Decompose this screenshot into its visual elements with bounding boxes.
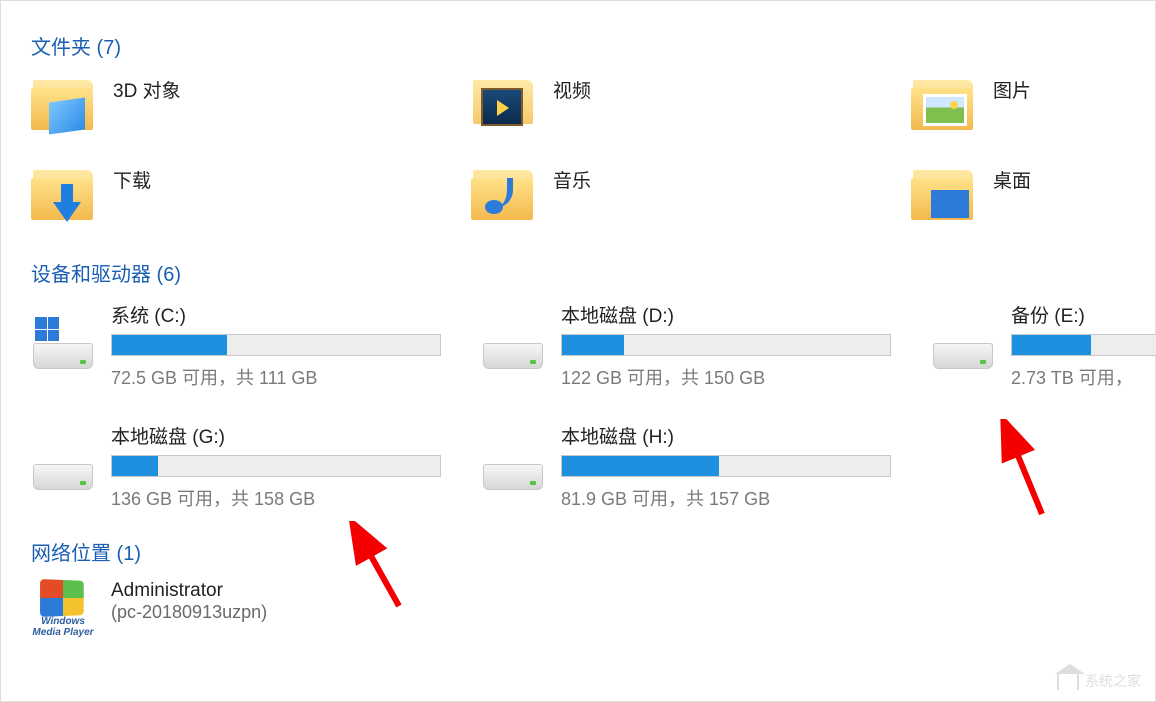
drive-progress-fill — [1012, 335, 1091, 355]
network-sub: (pc-20180913uzpn) — [111, 602, 267, 623]
drive-d[interactable]: 本地磁盘 (D:) 122 GB 可用，共 150 GB — [481, 301, 931, 390]
drive-icon — [31, 438, 95, 490]
drive-name: 系统 (C:) — [111, 301, 481, 328]
drive-name: 本地磁盘 (H:) — [561, 422, 931, 449]
drive-progress — [111, 334, 441, 356]
drive-progress — [561, 455, 891, 477]
drive-space-text: 81.9 GB 可用，共 157 GB — [561, 485, 931, 511]
drive-icon — [481, 438, 545, 490]
watermark: 系统之家 — [1057, 671, 1141, 691]
folder-label: 下载 — [113, 166, 151, 193]
wmp-icon: Windows Media Player — [31, 580, 95, 638]
drive-progress-fill — [112, 335, 227, 355]
folder-videos-icon — [471, 74, 535, 138]
drive-progress — [111, 455, 441, 477]
drive-c[interactable]: 系统 (C:) 72.5 GB 可用，共 111 GB — [31, 301, 481, 390]
network-location[interactable]: Windows Media Player Administrator (pc-2… — [31, 580, 1155, 638]
drive-system-icon — [31, 317, 95, 369]
drive-progress — [1011, 334, 1156, 356]
folders-grid: 3D 对象 视频 图片 下载 音乐 — [31, 74, 1155, 228]
drive-progress-fill — [562, 335, 624, 355]
folder-pictures[interactable]: 图片 — [911, 74, 1156, 138]
drive-space-text: 122 GB 可用，共 150 GB — [561, 364, 931, 390]
drives-grid: 系统 (C:) 72.5 GB 可用，共 111 GB 本地磁盘 (D:) 12… — [31, 301, 1155, 511]
drive-h[interactable]: 本地磁盘 (H:) 81.9 GB 可用，共 157 GB — [481, 422, 931, 511]
folder-label: 桌面 — [993, 166, 1031, 193]
folder-label: 图片 — [993, 76, 1031, 103]
drive-icon — [931, 317, 995, 369]
folder-label: 音乐 — [553, 166, 591, 193]
network-header: 网络位置 (1) — [31, 537, 1155, 566]
drive-progress-fill — [112, 456, 158, 476]
drive-icon — [481, 317, 545, 369]
folder-desktop[interactable]: 桌面 — [911, 164, 1156, 228]
folder-desktop-icon — [911, 164, 975, 228]
network-name: Administrator — [111, 580, 267, 602]
drive-name: 本地磁盘 (G:) — [111, 422, 481, 449]
folder-music-icon — [471, 164, 535, 228]
folder-downloads[interactable]: 下载 — [31, 164, 471, 228]
folder-label: 3D 对象 — [113, 76, 181, 103]
folder-3d-icon — [31, 74, 95, 138]
folder-videos[interactable]: 视频 — [471, 74, 911, 138]
drive-progress — [561, 334, 891, 356]
folder-music[interactable]: 音乐 — [471, 164, 911, 228]
folder-label: 视频 — [553, 76, 591, 103]
drive-space-text: 2.73 TB 可用， — [1011, 364, 1156, 390]
drives-header: 设备和驱动器 (6) — [31, 258, 1155, 287]
drive-name: 本地磁盘 (D:) — [561, 301, 931, 328]
drive-space-text: 136 GB 可用，共 158 GB — [111, 485, 481, 511]
drive-progress-fill — [562, 456, 719, 476]
folders-header: 文件夹 (7) — [31, 31, 1155, 60]
drive-g[interactable]: 本地磁盘 (G:) 136 GB 可用，共 158 GB — [31, 422, 481, 511]
folder-pictures-icon — [911, 74, 975, 138]
folder-downloads-icon — [31, 164, 95, 228]
drive-e[interactable]: 备份 (E:) 2.73 TB 可用， — [931, 301, 1156, 390]
folder-3d-objects[interactable]: 3D 对象 — [31, 74, 471, 138]
drive-space-text: 72.5 GB 可用，共 111 GB — [111, 364, 481, 390]
drive-name: 备份 (E:) — [1011, 301, 1156, 328]
